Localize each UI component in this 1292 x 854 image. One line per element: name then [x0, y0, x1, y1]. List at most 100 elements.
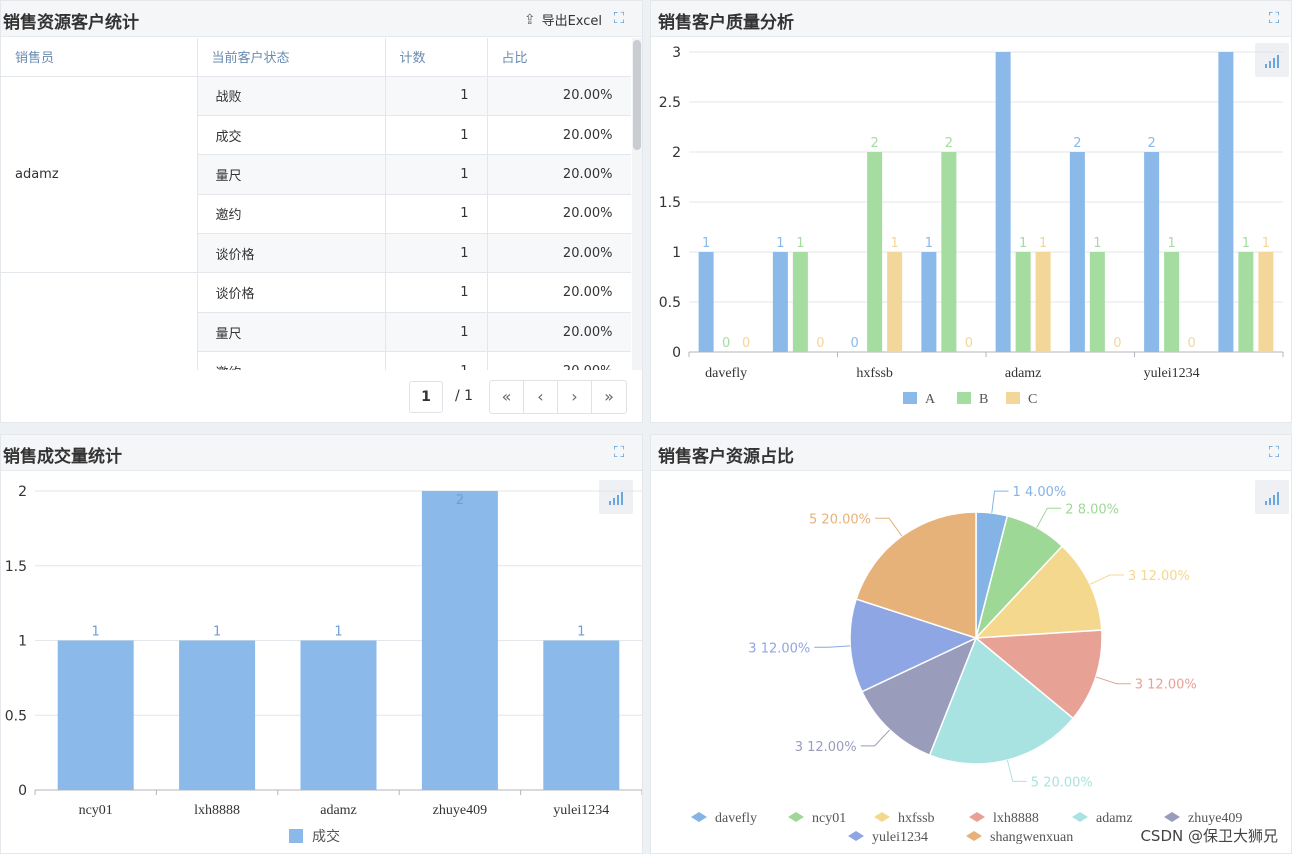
export-excel-button[interactable]: ⇪ 导出Excel	[524, 10, 602, 30]
data-label: 1	[1039, 236, 1047, 251]
data-label: 1	[796, 236, 804, 251]
legend-swatch	[1164, 812, 1180, 822]
y-tick-label: 0	[672, 345, 681, 361]
data-label: 2	[945, 136, 953, 151]
bar	[1035, 252, 1051, 352]
data-label: 0	[1113, 336, 1121, 351]
legend-label: adamz	[1096, 811, 1133, 826]
y-tick-label: 1.5	[5, 559, 27, 575]
y-tick-label: 1	[672, 245, 681, 261]
data-label: 1	[1242, 236, 1250, 251]
status-cell: 量尺	[197, 312, 386, 353]
status-cell: 成交	[197, 115, 386, 156]
table-scrollbar[interactable]	[632, 38, 642, 370]
deal-volume-panel: 销售成交量统计 ⛶ 0 0.5 1 1.5 2 1 ncy01 1 lxh8888 1 adamz 2…	[0, 434, 643, 854]
status-cell: 战败	[197, 76, 386, 116]
column-header[interactable]: 当前客户状态	[197, 38, 386, 77]
data-label: 2	[456, 493, 464, 508]
count-cell: 1	[385, 312, 488, 353]
deal-volume-chart: 0 0.5 1 1.5 2 1 ncy01 1 lxh8888 1 adamz 2 zhuye409 1 y…	[5, 484, 642, 845]
resource-share-panel: 销售客户资源占比 ⛶ 1 4.00% 2 8.00% 3 12.00% 3 12.00…	[650, 434, 1292, 854]
legend-label: davefly	[715, 811, 757, 826]
panel-title: 销售资源客户统计	[3, 13, 139, 33]
legend-label: ncy01	[812, 811, 846, 826]
data-label: 3 12.00%	[1128, 569, 1190, 584]
data-label: 1	[92, 625, 100, 640]
data-label: 0	[816, 336, 824, 351]
legend-label: 成交	[312, 828, 340, 845]
legend-swatch	[1006, 392, 1020, 404]
legend-swatch	[966, 831, 982, 841]
bar	[300, 640, 377, 790]
salesperson-cell	[1, 272, 198, 370]
count-cell: 1	[385, 115, 488, 156]
y-tick-label: 1	[18, 634, 27, 650]
y-tick-label: 2	[672, 145, 681, 161]
y-tick-label: 0.5	[5, 708, 27, 724]
data-label: 0	[1187, 336, 1195, 351]
prev-page-button[interactable]: ‹	[524, 381, 558, 413]
bar	[1089, 252, 1105, 352]
count-cell: 1	[385, 154, 488, 195]
x-tick-label: yulei1234	[553, 803, 609, 818]
data-label: 1	[1262, 236, 1270, 251]
data-label: 1	[1093, 236, 1101, 251]
data-label: 2 8.00%	[1065, 502, 1119, 517]
ratio-cell: 20.00%	[487, 312, 631, 353]
y-tick-label: 2	[18, 484, 27, 500]
status-cell: 邀约	[197, 194, 386, 235]
watermark: CSDN @保卫大狮兄	[1140, 827, 1278, 845]
bar	[921, 252, 937, 352]
status-cell: 谈价格	[197, 233, 386, 274]
status-cell: 谈价格	[197, 272, 386, 313]
data-label: 0	[742, 336, 750, 351]
column-header[interactable]: 计数	[385, 38, 488, 77]
bar	[995, 52, 1011, 352]
data-label: 1	[702, 236, 710, 251]
column-header[interactable]: 销售员	[1, 38, 198, 77]
legend-label: A	[925, 392, 936, 407]
count-cell: 1	[385, 351, 488, 370]
table-header-row: 销售员 当前客户状态 计数 占比	[1, 38, 631, 77]
y-tick-label: 3	[672, 45, 681, 61]
legend-label: C	[1028, 392, 1037, 407]
label-line	[1089, 574, 1124, 585]
bar	[698, 252, 714, 352]
count-cell: 1	[385, 194, 488, 235]
legend-label: yulei1234	[872, 830, 928, 845]
data-label: 2	[870, 136, 878, 151]
data-label: 1	[776, 236, 784, 251]
column-header[interactable]: 占比	[487, 38, 631, 77]
label-line	[1095, 676, 1131, 685]
data-label: 3 12.00%	[795, 740, 857, 755]
first-page-button[interactable]: «	[490, 381, 524, 413]
x-tick-label: davefly	[705, 366, 747, 381]
data-label: 2	[1073, 136, 1081, 151]
last-page-button[interactable]: »	[592, 381, 626, 413]
data-label: 3 12.00%	[748, 641, 810, 656]
data-label: 2	[1147, 136, 1155, 151]
page-number-input[interactable]: 1	[409, 381, 443, 413]
ratio-cell: 20.00%	[487, 76, 631, 116]
status-cell: 量尺	[197, 154, 386, 195]
bar	[867, 152, 883, 352]
count-cell: 1	[385, 76, 488, 116]
ratio-cell: 20.00%	[487, 194, 631, 235]
scrollbar-thumb[interactable]	[633, 40, 641, 150]
legend-label: B	[979, 392, 988, 407]
next-page-button[interactable]: ›	[558, 381, 592, 413]
panel-header: 销售资源客户统计 ⇪ 导出Excel ⛶	[1, 1, 642, 37]
expand-icon[interactable]: ⛶	[610, 9, 628, 27]
data-label: 3	[999, 54, 1007, 69]
x-tick-label: zhuye409	[433, 803, 487, 818]
label-line	[814, 645, 851, 648]
ratio-cell: 20.00%	[487, 272, 631, 313]
x-tick-label: yulei1234	[1144, 366, 1200, 381]
y-tick-label: 0.5	[659, 295, 681, 311]
export-label: 导出Excel	[541, 14, 602, 29]
count-cell: 1	[385, 233, 488, 274]
legend-swatch	[969, 812, 985, 822]
data-label: 1	[925, 236, 933, 251]
label-line	[860, 729, 891, 747]
bar	[543, 640, 620, 790]
